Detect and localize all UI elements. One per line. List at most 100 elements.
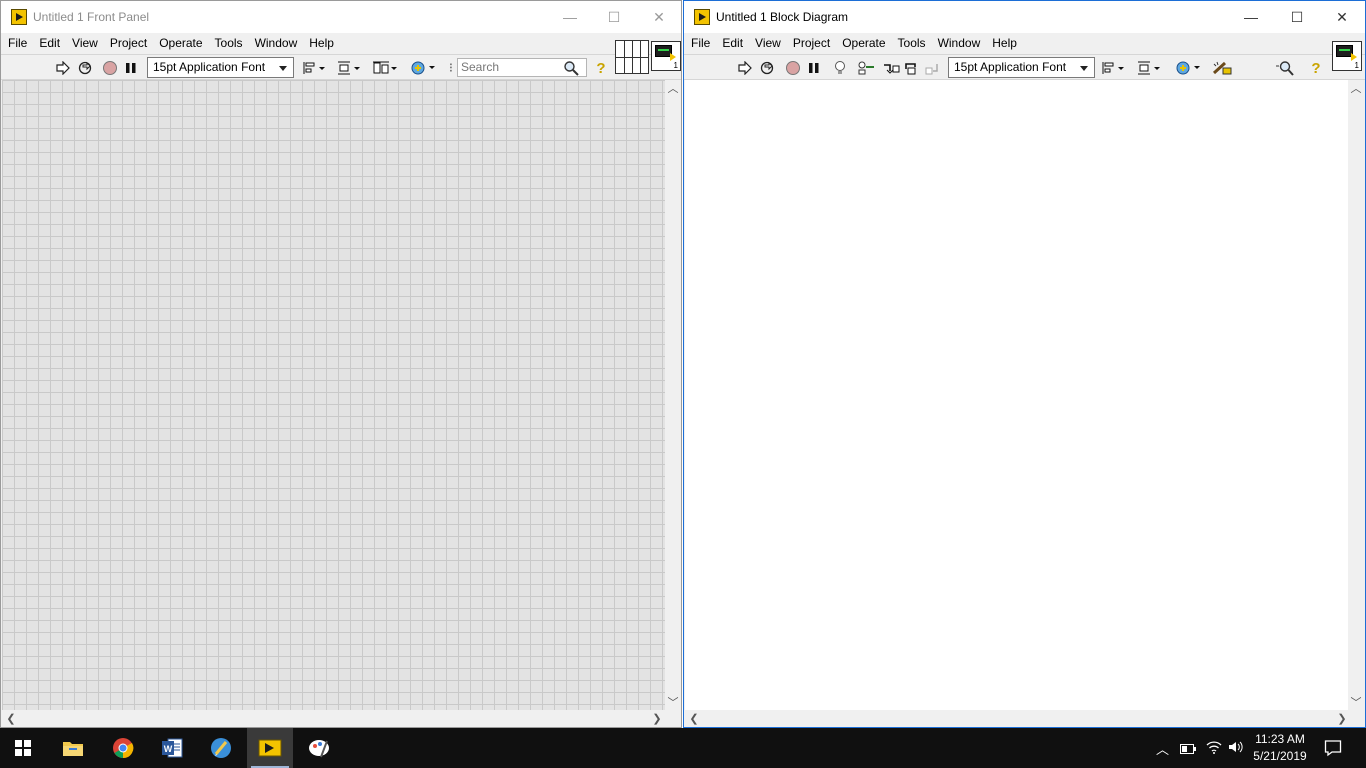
retain-wire-values-icon[interactable] xyxy=(856,59,876,77)
front-panel-window[interactable]: Untitled 1 Front Panel — ☐ ✕ File Edit V… xyxy=(0,0,682,728)
labview-arrow-icon xyxy=(1351,53,1357,61)
window-title: Untitled 1 Block Diagram xyxy=(716,10,849,24)
menu-help[interactable]: Help xyxy=(986,33,1023,54)
scroll-down-icon[interactable]: ﹀ xyxy=(665,694,681,710)
scroll-left-icon[interactable]: ❮ xyxy=(686,710,702,726)
labview-app-icon xyxy=(694,9,710,25)
windows-start-icon[interactable] xyxy=(0,728,46,768)
battery-icon[interactable] xyxy=(1180,742,1196,757)
chrome-icon[interactable] xyxy=(100,728,146,768)
wifi-icon[interactable] xyxy=(1206,740,1222,757)
file-explorer-icon[interactable] xyxy=(50,728,96,768)
menu-project[interactable]: Project xyxy=(104,33,153,54)
context-help-icon[interactable]: ? xyxy=(1308,59,1324,77)
step-out-icon[interactable] xyxy=(924,59,942,77)
abort-icon[interactable] xyxy=(784,59,802,77)
block-diagram-titlebar[interactable]: Untitled 1 Block Diagram — ☐ ✕ xyxy=(684,1,1365,33)
font-dropdown[interactable]: 15pt Application Font xyxy=(147,57,294,78)
abort-icon[interactable] xyxy=(101,59,119,77)
menu-window[interactable]: Window xyxy=(932,33,987,54)
menu-view[interactable]: View xyxy=(66,33,104,54)
menu-file[interactable]: File xyxy=(685,33,716,54)
context-help-icon[interactable]: ? xyxy=(593,59,609,77)
scroll-left-icon[interactable]: ❮ xyxy=(3,710,19,726)
step-over-icon[interactable] xyxy=(903,59,921,77)
pause-icon[interactable] xyxy=(123,59,139,77)
front-panel-grid-canvas[interactable] xyxy=(2,80,665,710)
menu-operate[interactable]: Operate xyxy=(153,33,208,54)
chevron-down-icon xyxy=(1080,66,1088,71)
align-objects-icon[interactable] xyxy=(301,59,327,77)
menu-window[interactable]: Window xyxy=(249,33,304,54)
align-objects-icon[interactable] xyxy=(1100,59,1126,77)
scroll-up-icon[interactable]: ︿ xyxy=(665,80,681,96)
system-clock[interactable]: 11:23 AM 5/21/2019 xyxy=(1245,731,1315,765)
menu-view[interactable]: View xyxy=(749,33,787,54)
step-into-icon[interactable] xyxy=(881,59,901,77)
front-panel-toolbar: 15pt Application Font ⁝ Search ? xyxy=(1,54,681,80)
front-panel-titlebar[interactable]: Untitled 1 Front Panel — ☐ ✕ xyxy=(1,1,681,33)
labview-arrow-icon xyxy=(670,53,676,61)
vertical-scrollbar[interactable]: ︿ ﹀ xyxy=(665,80,681,710)
taskbar: W ︿ 11:23 AM 5/21/2019 xyxy=(0,728,1366,768)
vertical-scrollbar[interactable]: ︿ ﹀ xyxy=(1348,80,1364,710)
menu-operate[interactable]: Operate xyxy=(836,33,891,54)
menu-edit[interactable]: Edit xyxy=(33,33,66,54)
menu-help[interactable]: Help xyxy=(303,33,340,54)
close-button[interactable]: ✕ xyxy=(1319,1,1365,33)
font-dropdown-value: 15pt Application Font xyxy=(153,60,266,74)
clean-up-diagram-icon[interactable] xyxy=(1210,59,1234,77)
search-icon[interactable] xyxy=(562,59,580,77)
minimize-button[interactable]: — xyxy=(1228,1,1274,33)
scroll-down-icon[interactable]: ﹀ xyxy=(1348,694,1364,710)
search-icon[interactable] xyxy=(1274,59,1296,77)
distribute-objects-icon[interactable] xyxy=(336,59,362,77)
connector-pane[interactable] xyxy=(615,40,649,74)
action-center-icon[interactable] xyxy=(1324,739,1342,760)
menu-file[interactable]: File xyxy=(2,33,33,54)
toolbar-separator: ⁝ xyxy=(448,60,454,75)
volume-icon[interactable] xyxy=(1228,740,1244,757)
run-arrow-icon[interactable] xyxy=(55,59,71,77)
labview-app-icon xyxy=(11,9,27,25)
run-continuously-icon[interactable] xyxy=(76,59,94,77)
menu-edit[interactable]: Edit xyxy=(716,33,749,54)
pause-icon[interactable] xyxy=(806,59,822,77)
word-icon[interactable]: W xyxy=(149,728,195,768)
resize-objects-icon[interactable] xyxy=(371,59,399,77)
reorder-icon[interactable] xyxy=(1174,59,1202,77)
minimize-button[interactable]: — xyxy=(547,1,593,33)
horizontal-scrollbar[interactable]: ❮ ❯ xyxy=(684,710,1365,727)
scroll-right-icon[interactable]: ❯ xyxy=(649,710,665,726)
highlight-execution-icon[interactable] xyxy=(831,59,849,77)
font-dropdown[interactable]: 15pt Application Font xyxy=(948,57,1095,78)
labview-icon-editor-icon[interactable] xyxy=(198,728,244,768)
reorder-icon[interactable] xyxy=(409,59,437,77)
block-diagram-window[interactable]: Untitled 1 Block Diagram — ☐ ✕ File Edit… xyxy=(683,0,1366,728)
horizontal-scrollbar[interactable]: ❮ ❯ xyxy=(1,710,681,727)
show-hidden-icons-chevron-icon[interactable]: ︿ xyxy=(1156,739,1169,758)
vi-icon[interactable]: 1 xyxy=(651,41,681,71)
close-button[interactable]: ✕ xyxy=(636,1,682,33)
scroll-up-icon[interactable]: ︿ xyxy=(1348,80,1364,96)
maximize-button[interactable]: ☐ xyxy=(591,1,637,33)
distribute-objects-icon[interactable] xyxy=(1136,59,1162,77)
paint-3d-icon[interactable] xyxy=(296,728,342,768)
block-diagram-toolbar: 15pt Application Font ? xyxy=(684,54,1365,80)
block-diagram-canvas[interactable] xyxy=(685,80,1348,710)
chevron-down-icon xyxy=(279,66,287,71)
vi-icon-number: 1 xyxy=(1354,61,1359,70)
menu-project[interactable]: Project xyxy=(787,33,836,54)
maximize-button[interactable]: ☐ xyxy=(1274,1,1320,33)
labview-icon[interactable] xyxy=(247,728,293,768)
font-dropdown-value: 15pt Application Font xyxy=(954,60,1067,74)
vi-icon[interactable]: 1 xyxy=(1332,41,1362,71)
menu-tools[interactable]: Tools xyxy=(892,33,932,54)
menu-tools[interactable]: Tools xyxy=(209,33,249,54)
menu-bar: File Edit View Project Operate Tools Win… xyxy=(1,33,340,54)
vi-icon-number: 1 xyxy=(673,61,678,70)
run-arrow-icon[interactable] xyxy=(737,59,753,77)
menu-bar: File Edit View Project Operate Tools Win… xyxy=(684,33,1023,54)
scroll-right-icon[interactable]: ❯ xyxy=(1334,710,1350,726)
run-continuously-icon[interactable] xyxy=(758,59,776,77)
